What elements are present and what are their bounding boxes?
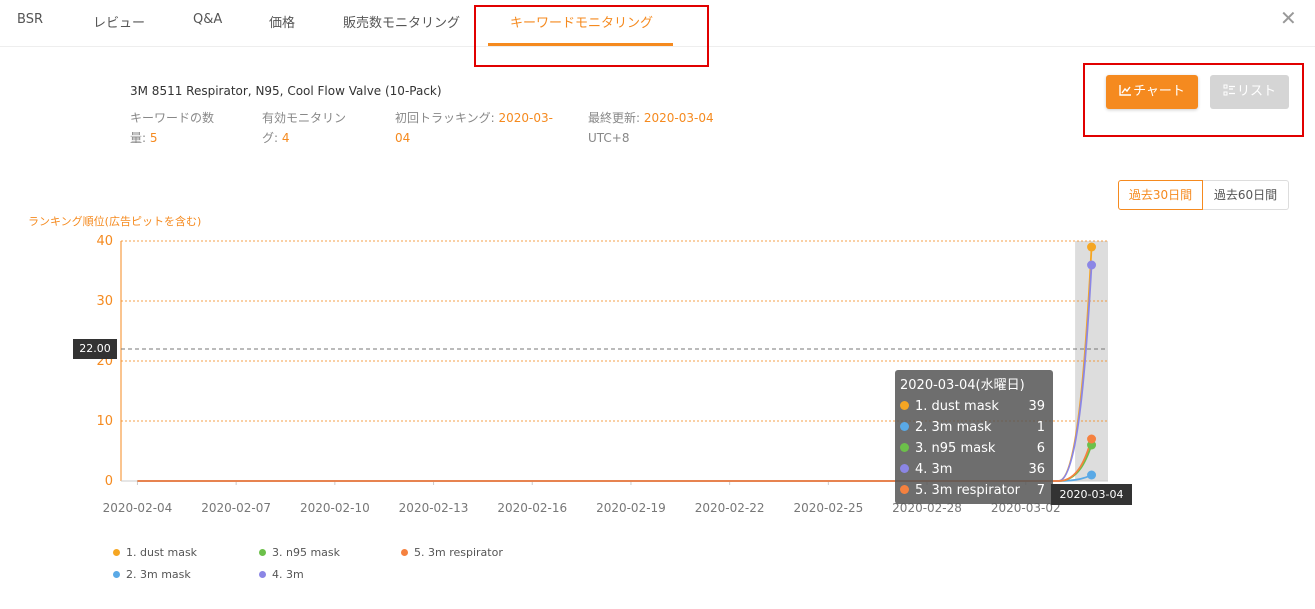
chart-tooltip: 2020-03-04(水曜日) 1. dust mask 39 2. 3m mas… xyxy=(895,370,1053,504)
x-axis-pointer-label: 2020-03-04 xyxy=(1051,484,1132,505)
x-tick-label: 2020-02-16 xyxy=(497,501,567,515)
legend-item-3m[interactable]: 4. 3m xyxy=(259,568,304,581)
y-tick-label: 10 xyxy=(96,414,113,429)
tooltip-row: 3. n95 mask 6 xyxy=(900,438,1047,459)
series-dot-icon xyxy=(900,485,909,494)
legend-dot-icon xyxy=(259,571,266,578)
tooltip-date: 2020-03-04(水曜日) xyxy=(900,378,1025,393)
data-point-1 xyxy=(1087,242,1097,252)
data-point-2 xyxy=(1087,470,1097,480)
tooltip-series-name: 2. 3m mask xyxy=(915,420,992,435)
legend-item-3m-respirator[interactable]: 5. 3m respirator xyxy=(401,546,503,559)
x-tick-label: 2020-02-10 xyxy=(300,501,370,515)
x-tick-label: 2020-02-22 xyxy=(695,501,765,515)
data-point-5 xyxy=(1087,434,1097,444)
legend-item-dust-mask[interactable]: 1. dust mask xyxy=(113,546,197,559)
tooltip-series-name: 4. 3m xyxy=(915,462,953,477)
series-dot-icon xyxy=(900,422,909,431)
y-tick-label: 30 xyxy=(96,294,113,309)
data-point-4 xyxy=(1087,260,1097,270)
series-dot-icon xyxy=(900,401,909,410)
tooltip-series-name: 5. 3m respirator xyxy=(915,483,1021,498)
tooltip-series-value: 36 xyxy=(1028,462,1045,477)
x-tick-label: 2020-02-25 xyxy=(793,501,863,515)
tooltip-series-value: 39 xyxy=(1028,399,1045,414)
tooltip-series-value: 7 xyxy=(1036,483,1045,498)
legend-item-n95-mask[interactable]: 3. n95 mask xyxy=(259,546,340,559)
legend-dot-icon xyxy=(113,549,120,556)
x-tick-label: 2020-02-07 xyxy=(201,501,271,515)
x-tick-label: 2020-02-13 xyxy=(399,501,469,515)
ranking-chart[interactable]: 0102030402020-02-04 2020-02-07 2020-02-10 2… xyxy=(0,0,1315,609)
tooltip-series-name: 3. n95 mask xyxy=(915,441,996,456)
y-tick-label: 0 xyxy=(105,474,113,489)
series-dot-icon xyxy=(900,464,909,473)
legend-dot-icon xyxy=(259,549,266,556)
tooltip-series-name: 1. dust mask xyxy=(915,399,999,414)
legend-dot-icon xyxy=(401,549,408,556)
y-tick-label: 40 xyxy=(96,234,113,249)
tooltip-row: 5. 3m respirator 7 xyxy=(900,480,1047,501)
legend-dot-icon xyxy=(113,571,120,578)
y-axis-pointer-label: 22.00 xyxy=(73,339,117,359)
x-tick-label: 2020-02-04 xyxy=(103,501,173,515)
x-tick-label: 2020-02-19 xyxy=(596,501,666,515)
tooltip-row: 4. 3m 36 xyxy=(900,459,1047,480)
tooltip-row: 2. 3m mask 1 xyxy=(900,417,1047,438)
tooltip-series-value: 1 xyxy=(1036,420,1045,435)
tooltip-series-value: 6 xyxy=(1036,441,1045,456)
tooltip-row: 1. dust mask 39 xyxy=(900,396,1047,417)
legend-item-3m-mask[interactable]: 2. 3m mask xyxy=(113,568,191,581)
series-dot-icon xyxy=(900,443,909,452)
